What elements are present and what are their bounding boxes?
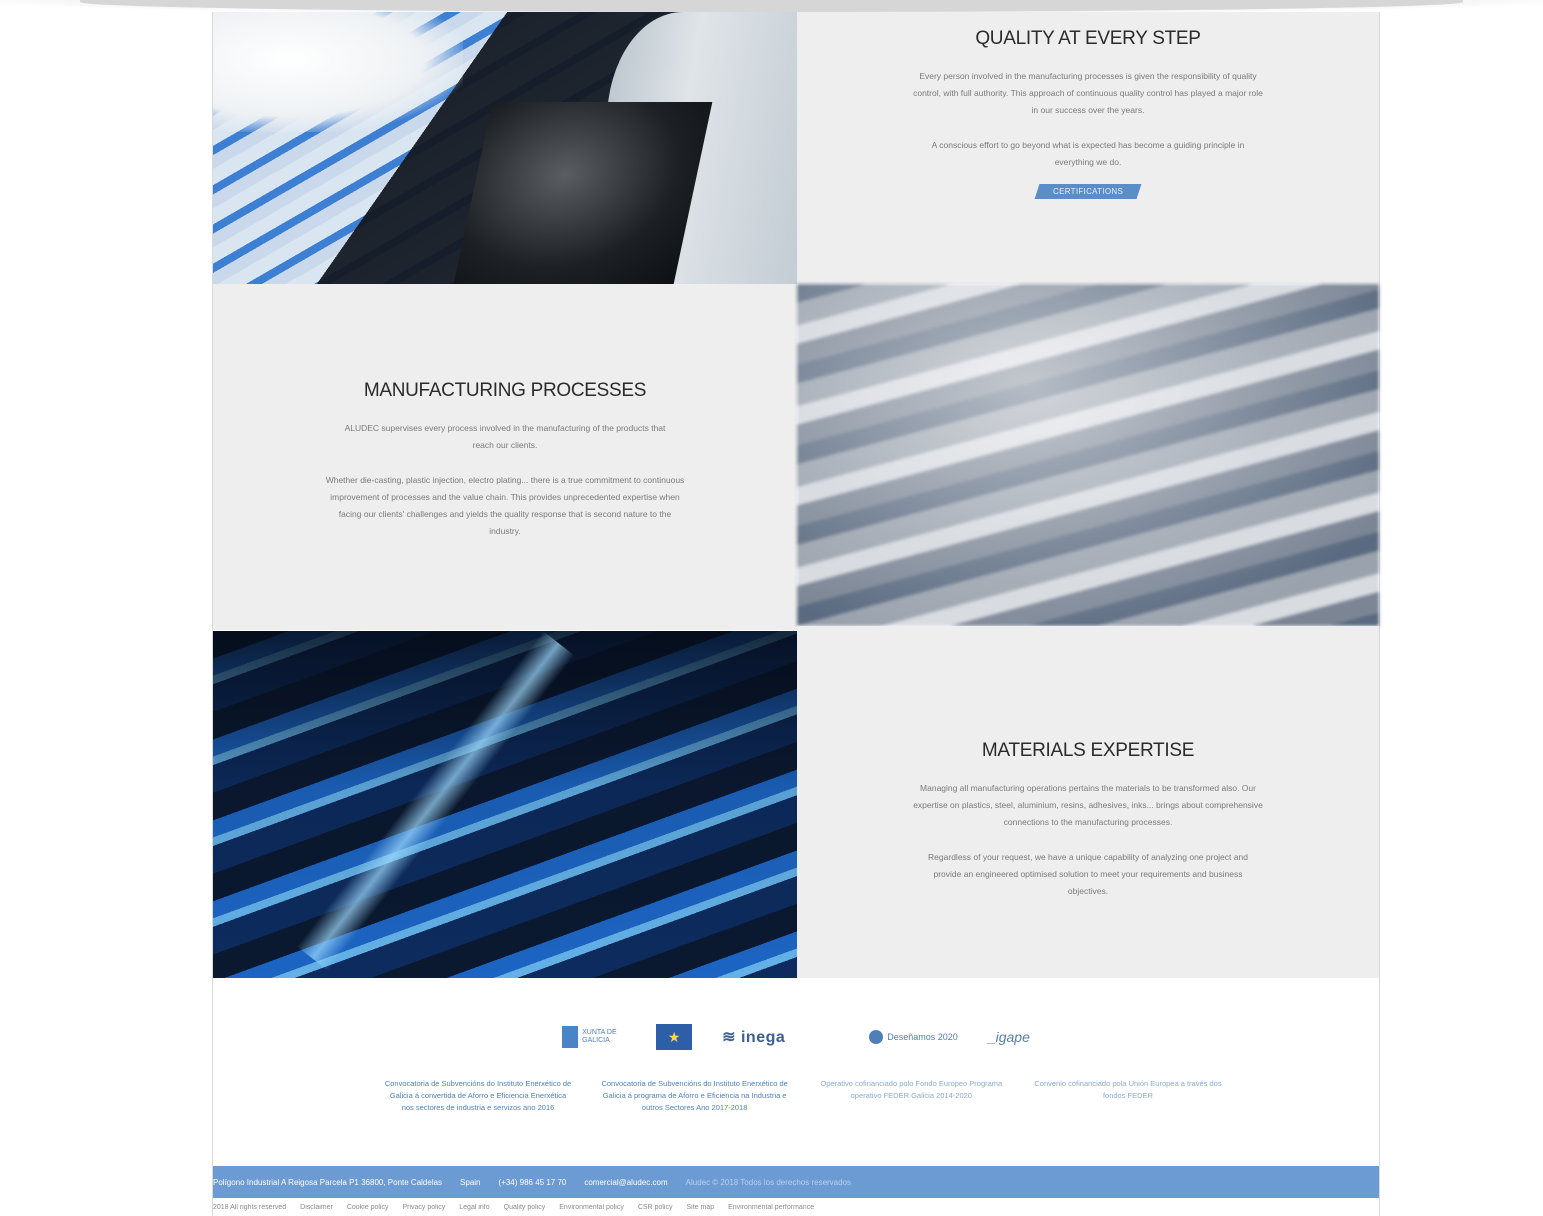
footer-phone[interactable]: (+34) 986 45 17 70 xyxy=(499,1178,567,1187)
grant-item[interactable]: Convocatoria de Subvencións do Instituto… xyxy=(600,1078,790,1114)
dark-part-shape xyxy=(453,102,713,284)
legal-link-environmental[interactable]: Environmental policy xyxy=(559,1204,624,1211)
footer-address: Polígono Industrial A Reigosa Parcela P1… xyxy=(213,1177,443,1187)
legal-link-legal-info[interactable]: Legal info xyxy=(459,1204,489,1211)
legal-link-privacy[interactable]: Privacy policy xyxy=(402,1204,445,1211)
grant-item[interactable]: Operativo cofinanciado polo Fondo Europe… xyxy=(816,1078,1006,1114)
feder-logo-text: Deseñamos 2020 xyxy=(887,1032,958,1042)
quality-paragraph-1: Every person involved in the manufacturi… xyxy=(913,71,1263,115)
certifications-button-label: CERTIFICATIONS xyxy=(1052,187,1124,196)
certifications-button[interactable]: CERTIFICATIONS xyxy=(1034,184,1142,199)
materials-section: MATERIALS EXPERTISE Managing all manufac… xyxy=(797,626,1379,978)
footer-email[interactable]: comercial@aludec.com xyxy=(584,1178,667,1187)
page-content: QUALITY AT EVERY STEP Every person invol… xyxy=(212,12,1380,1216)
grant-item[interactable]: Convocatoria de Subvencións do Instituto… xyxy=(383,1078,573,1114)
manufacturing-title: MANUFACTURING PROCESSES xyxy=(363,380,647,401)
sponsor-logos: XUNTA DE GALICIA ★ ≋ inega Deseñamos 202… xyxy=(213,1024,1379,1050)
legal-link-cookies[interactable]: Cookie policy xyxy=(347,1204,389,1211)
legal-copyright: 2018 All rights reserved xyxy=(213,1204,287,1211)
xunta-mark-icon xyxy=(562,1026,579,1048)
footer-contact-bar: Polígono Industrial A Reigosa Parcela P1… xyxy=(213,1166,1379,1198)
quality-paragraph-2: A conscious effort to go beyond what is … xyxy=(931,140,1245,167)
manufacturing-paragraph-1: ALUDEC supervises every process involved… xyxy=(344,423,666,450)
cleanroom-image xyxy=(213,12,797,284)
eu-logo[interactable]: ★ xyxy=(656,1024,693,1050)
fog-overlay xyxy=(797,284,1379,626)
xunta-logo-text: XUNTA DE GALICIA xyxy=(582,1029,617,1044)
parts-tray-image xyxy=(797,284,1379,626)
footer-country: Spain xyxy=(460,1177,481,1187)
manufacturing-section: MANUFACTURING PROCESSES ALUDEC supervise… xyxy=(213,284,797,630)
eu-flag-icon: ★ xyxy=(656,1024,693,1050)
grants-list: Convocatoria de Subvencións do Instituto… xyxy=(383,1078,1223,1114)
materials-paragraph-1: Managing all manufacturing operations pe… xyxy=(913,783,1263,827)
legal-link-env-performance[interactable]: Environmental performance xyxy=(728,1204,814,1211)
blue-light-image xyxy=(213,631,797,978)
igape-logo[interactable]: _igape xyxy=(988,1029,1030,1045)
inega-logo[interactable]: ≋ inega xyxy=(722,1027,839,1047)
glove-shape xyxy=(213,12,463,132)
legal-links: 2018 All rights reserved Disclaimer Cook… xyxy=(213,1204,1379,1211)
footer-extra: Aludec © 2018 Todos los derechos reserva… xyxy=(685,1177,852,1187)
legal-link-disclaimer[interactable]: Disclaimer xyxy=(300,1204,333,1211)
eu-star: ★ xyxy=(667,1028,681,1045)
quality-section: QUALITY AT EVERY STEP Every person invol… xyxy=(797,12,1379,284)
feder-logo[interactable]: Deseñamos 2020 xyxy=(869,1030,958,1044)
materials-paragraph-2: Regardless of your request, we have a un… xyxy=(928,852,1248,896)
feder-circle-icon xyxy=(869,1030,884,1044)
legal-link-quality[interactable]: Quality policy xyxy=(504,1204,546,1211)
quality-title: QUALITY AT EVERY STEP xyxy=(975,28,1201,49)
manufacturing-paragraph-2: Whether die-casting, plastic injection, … xyxy=(325,475,685,536)
legal-link-sitemap[interactable]: Site map xyxy=(686,1204,714,1211)
igape-logo-text: _igape xyxy=(987,1029,1030,1045)
xunta-logo[interactable]: XUNTA DE GALICIA xyxy=(562,1026,626,1048)
materials-title: MATERIALS EXPERTISE xyxy=(981,740,1195,761)
inega-logo-text: ≋ inega xyxy=(722,1029,786,1046)
legal-link-csr[interactable]: CSR policy xyxy=(638,1204,673,1211)
grant-item[interactable]: Convenio cofinanciado pola Unión Europea… xyxy=(1033,1078,1223,1114)
